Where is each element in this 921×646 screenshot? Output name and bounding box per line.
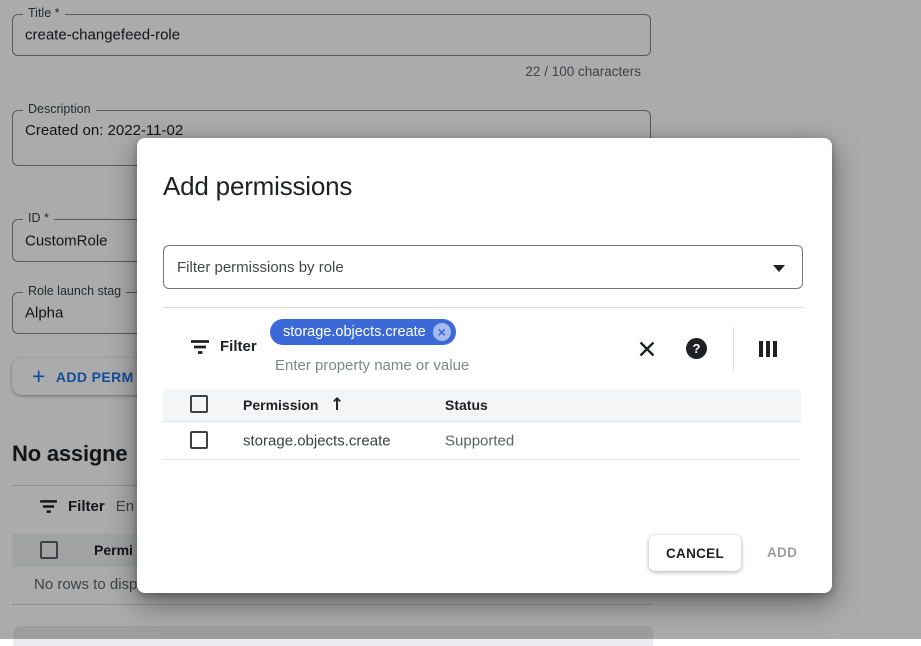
status-column-header[interactable]: Status xyxy=(445,397,488,413)
toolbar-vertical-divider xyxy=(733,327,734,371)
row-checkbox[interactable] xyxy=(190,431,208,449)
add-permissions-dialog: Add permissions Filter permissions by ro… xyxy=(137,138,832,593)
filter-chip-text: storage.objects.create xyxy=(283,324,426,340)
column-display-options-button[interactable] xyxy=(758,341,778,360)
filter-chip-storage-objects-create[interactable]: storage.objects.create × xyxy=(270,319,456,345)
filter-label: Filter xyxy=(220,338,257,355)
filter-help-button[interactable]: ? xyxy=(686,338,707,359)
toolbar-top-divider xyxy=(163,307,803,308)
chip-remove-icon[interactable]: × xyxy=(433,323,451,341)
add-button[interactable]: ADD xyxy=(767,535,797,571)
table-row[interactable]: storage.objects.create Supported xyxy=(163,422,801,460)
caret-down-icon xyxy=(773,265,785,272)
permissions-table-header: Permission ↑ Status xyxy=(163,389,801,422)
cancel-button[interactable]: CANCEL xyxy=(649,535,741,571)
filter-icon xyxy=(191,340,209,354)
dialog-title: Add permissions xyxy=(163,171,352,202)
status-cell: Supported xyxy=(445,432,514,449)
permission-column-header[interactable]: Permission xyxy=(243,397,318,413)
help-icon: ? xyxy=(686,338,707,359)
clear-filters-button[interactable] xyxy=(637,339,657,362)
permission-cell: storage.objects.create xyxy=(243,432,391,449)
close-x-icon xyxy=(637,339,657,359)
permissions-filter-bar: Filter xyxy=(191,338,257,355)
columns-icon xyxy=(758,341,778,357)
filter-by-role-dropdown-label: Filter permissions by role xyxy=(177,259,344,276)
filter-input-placeholder[interactable]: Enter property name or value xyxy=(275,357,469,374)
select-all-checkbox[interactable] xyxy=(190,395,208,413)
sort-ascending-icon[interactable]: ↑ xyxy=(330,395,344,415)
filter-by-role-dropdown[interactable]: Filter permissions by role xyxy=(163,245,803,289)
